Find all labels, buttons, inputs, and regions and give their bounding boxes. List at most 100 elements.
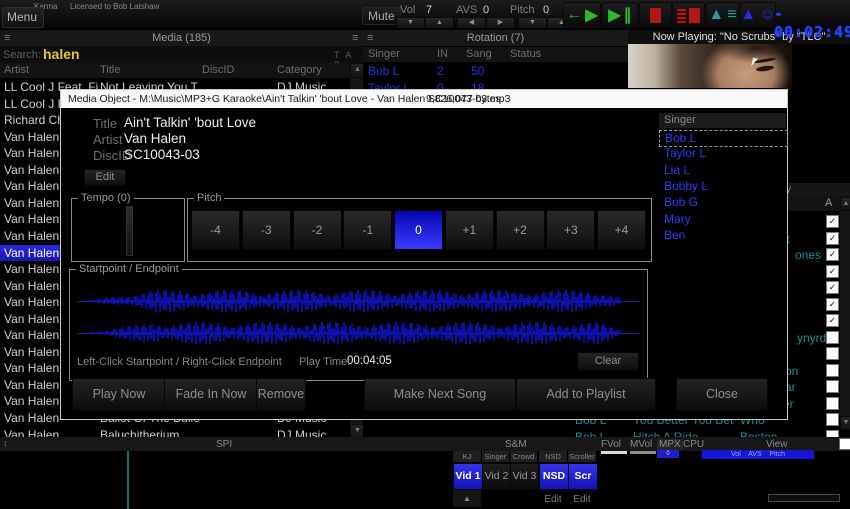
menu-icon[interactable]: ≡ — [4, 33, 10, 43]
resize-updown-icon[interactable]: ↕ — [3, 438, 8, 448]
song-active-checkbox[interactable]: ✓ — [826, 248, 839, 261]
pitch-button-0[interactable]: 0 — [394, 210, 443, 250]
play-time-value: 00:04:05 — [347, 355, 392, 367]
song-active-checkbox[interactable] — [826, 397, 839, 410]
mpx-label[interactable]: MPX — [657, 439, 683, 450]
avs-left-button[interactable]: ◀ — [457, 17, 486, 29]
vid-button-3[interactable]: Vid 3 — [510, 463, 539, 490]
column-header-title[interactable]: Title — [100, 64, 120, 76]
song-active-checkbox[interactable] — [826, 331, 839, 344]
waveform-left-channel[interactable] — [90, 287, 622, 315]
column-header-category[interactable]: Category — [277, 64, 322, 76]
play-pause-button[interactable]: ▶∥ — [602, 2, 638, 28]
vol-up-button[interactable]: ▲ — [425, 17, 454, 29]
avs-right-button[interactable]: ▶ — [486, 17, 515, 29]
mute-button[interactable]: Mute — [362, 7, 401, 25]
avs-value: 0 — [483, 4, 489, 16]
pitch-button-+1[interactable]: +1 — [445, 210, 494, 250]
nsd-button[interactable]: NSD — [539, 463, 569, 490]
avs-label: AVS — [456, 4, 477, 16]
sm-col-label-scroller: Scroller — [568, 451, 596, 462]
view-label[interactable]: View — [766, 439, 788, 450]
pitch-button-+4[interactable]: +4 — [597, 210, 646, 250]
mvol-label[interactable]: MVol — [630, 439, 652, 450]
avs-smiley-button[interactable]: ▲☺ — [740, 2, 776, 28]
column-header-status[interactable]: Status — [510, 48, 541, 60]
song-active-checkbox[interactable] — [826, 380, 839, 393]
column-header-discid[interactable]: DiscID — [202, 64, 234, 76]
songs-scrollbar[interactable] — [840, 196, 850, 428]
pitch-button-+2[interactable]: +2 — [496, 210, 545, 250]
scroll-down-icon[interactable]: ▼ — [350, 424, 363, 437]
edit-button[interactable]: Edit — [84, 169, 126, 186]
singer-item[interactable]: Mary — [659, 212, 786, 227]
search-input[interactable]: halen — [43, 46, 80, 62]
menu-icon[interactable]: ≡ — [352, 33, 358, 43]
dialog-button-add-to-playlist[interactable]: Add to Playlist — [516, 378, 656, 411]
scroll-up-icon[interactable]: ▲ — [840, 197, 850, 211]
vid-button-2[interactable]: Vid 2 — [482, 463, 511, 490]
column-header-in[interactable]: IN — [437, 48, 448, 60]
pitch-button--4[interactable]: -4 — [191, 210, 240, 250]
view-selected-row[interactable]: Vol AVS Pitch — [702, 450, 814, 459]
sm-col-label-singer: Singer — [482, 451, 509, 462]
bottom-checkbox[interactable] — [839, 438, 850, 450]
vol-down-button[interactable]: ▼ — [396, 17, 425, 29]
scroll-down-icon[interactable]: ▼ — [840, 416, 850, 430]
pitch-down-button[interactable]: ▼ — [518, 17, 547, 29]
scr-button[interactable]: Scr — [568, 463, 598, 490]
column-header-sang[interactable]: Sang — [466, 48, 492, 60]
column-header-singer[interactable]: Singer — [368, 48, 400, 60]
kj-up-button[interactable]: ▲ — [453, 490, 481, 507]
song-active-checkbox[interactable] — [826, 364, 839, 377]
column-header-active[interactable]: A — [825, 197, 832, 209]
fvol-label[interactable]: FVol — [601, 439, 621, 450]
dialog-button-close[interactable]: Close — [676, 378, 768, 411]
song-active-checkbox[interactable]: ✓ — [826, 215, 839, 228]
search-bar[interactable]: Search: halen T A D — [0, 46, 363, 63]
restart-play-button[interactable]: ←▶ — [563, 2, 601, 28]
singer-item[interactable]: Bob L — [659, 130, 788, 147]
mvol-meter[interactable] — [630, 451, 656, 454]
song-active-checkbox[interactable]: ✓ — [826, 298, 839, 311]
stop-button[interactable] — [639, 2, 672, 28]
song-active-checkbox[interactable]: ✓ — [826, 265, 839, 278]
stop-icon — [650, 8, 661, 23]
song-active-checkbox[interactable]: ✓ — [826, 314, 839, 327]
dialog-button-remove[interactable]: Remove — [256, 378, 306, 411]
song-active-checkbox[interactable] — [826, 413, 839, 426]
clear-button[interactable]: Clear — [577, 352, 639, 371]
dialog-button-play-now[interactable]: Play Now — [72, 378, 166, 411]
dialog-button-make-next-song[interactable]: Make Next Song — [364, 378, 516, 411]
rotation-panel-title: Rotation (7) — [467, 32, 524, 44]
rotation-cell-singer: Bob L — [368, 64, 434, 78]
dialog-button-fade-in-now[interactable]: Fade In Now — [164, 378, 258, 411]
pitch-button--2[interactable]: -2 — [293, 210, 342, 250]
menu-icon[interactable]: ≡ — [367, 33, 373, 43]
nsd-edit-button[interactable]: Edit — [539, 494, 567, 505]
media-table-row[interactable]: Van HalenBaluchitheriumDJ Music — [0, 427, 350, 437]
stop-alt-button[interactable] — [672, 2, 705, 28]
singer-item[interactable]: Ben — [659, 228, 786, 243]
vid-button-1[interactable]: Vid 1 — [453, 463, 483, 490]
singer-item[interactable]: Bobby L — [659, 179, 786, 194]
menu-button[interactable]: Menu — [2, 7, 44, 28]
tempo-slider[interactable] — [126, 206, 133, 256]
scroll-up-icon[interactable]: ▲ — [350, 63, 363, 78]
cpu-label[interactable]: CPU — [683, 439, 704, 450]
song-active-checkbox[interactable]: ✓ — [826, 232, 839, 245]
pitch-button-+3[interactable]: +3 — [546, 210, 595, 250]
rotation-row[interactable]: Bob L250 — [363, 63, 623, 80]
waveform-right-channel[interactable] — [90, 319, 622, 347]
singer-item[interactable]: Taylor L — [659, 146, 786, 161]
pitch-button--3[interactable]: -3 — [242, 210, 291, 250]
scr-edit-button[interactable]: Edit — [568, 494, 596, 505]
song-active-checkbox[interactable]: ✓ — [826, 281, 839, 294]
song-active-checkbox[interactable] — [826, 347, 839, 360]
column-header-artist[interactable]: Artist — [4, 64, 29, 76]
pitch-button--1[interactable]: -1 — [343, 210, 392, 250]
avs-list-button[interactable]: ▲≡ — [706, 2, 739, 28]
fvol-meter[interactable] — [601, 451, 627, 454]
singer-item[interactable]: Bob G — [659, 195, 786, 210]
singer-item[interactable]: Lia L — [659, 163, 786, 178]
